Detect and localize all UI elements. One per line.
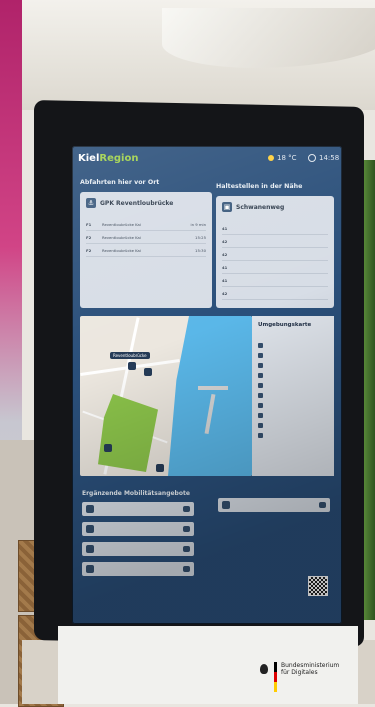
departure-row: F2 Reventloubrücke Kai 15:30 — [86, 244, 206, 257]
departure-row: F2 Reventloubrücke Kai 15:25 — [86, 231, 206, 244]
qr-code[interactable] — [308, 576, 328, 596]
screen-header: KielRegion — [72, 146, 342, 170]
tent-canopy — [22, 0, 375, 110]
nearby-row: 41 — [222, 261, 328, 274]
nearby-list: 41 42 42 41 41 42 — [222, 222, 328, 300]
legend-icon — [258, 382, 263, 388]
bike-icon — [86, 565, 94, 573]
time: 14:58 — [319, 154, 340, 162]
legend-item — [258, 340, 330, 350]
map-stop-pin[interactable] — [156, 464, 164, 472]
nearby-row: 41 — [222, 274, 328, 287]
legend-icon — [258, 372, 263, 378]
legend-icon — [258, 362, 263, 368]
area-map[interactable]: Reventloubrücke — [80, 316, 252, 476]
map-stop-pin[interactable] — [144, 368, 152, 376]
mobility-button[interactable] — [319, 502, 326, 508]
nearby-row: 42 — [222, 235, 328, 248]
mobility-item[interactable] — [82, 542, 194, 556]
legend-icon — [258, 352, 263, 358]
kiosk-screen[interactable]: KielRegion 18 °C 14:58 Abfahrten hier vo… — [72, 146, 342, 624]
departure-row: F1 Reventloubrücke Kai in 9 min — [86, 218, 206, 231]
departures-card[interactable]: ⚓ GPK Reventloubrücke F1 Reventloubrücke… — [80, 192, 212, 308]
bus-icon: ▣ — [222, 202, 232, 212]
sponsor-logo: Bundesministerium für Digitales — [258, 662, 341, 692]
nearby-card[interactable]: ▣ Schwanenweg 41 42 42 41 41 42 — [216, 196, 334, 308]
legend-icon — [258, 392, 263, 398]
nearby-row: 42 — [222, 248, 328, 261]
mobility-button[interactable] — [183, 546, 190, 552]
map-pier — [198, 386, 228, 390]
mobility-item[interactable] — [218, 498, 330, 512]
legend-icon — [258, 412, 263, 418]
departures-list: F1 Reventloubrücke Kai in 9 min F2 Reven… — [86, 218, 206, 257]
mobility-button[interactable] — [183, 566, 190, 572]
legend-item — [258, 380, 330, 390]
legend-item — [258, 400, 330, 410]
map-stop-label: Reventloubrücke — [110, 352, 150, 359]
nearby-row: 42 — [222, 287, 328, 300]
sun-icon — [268, 155, 274, 161]
sponsor-line-2: für Digitales — [281, 669, 318, 676]
legend-item — [258, 420, 330, 430]
clock: 14:58 — [308, 154, 339, 162]
brand-part-2: Region — [99, 152, 139, 164]
legend-item — [258, 410, 330, 420]
map-legend: Umgebungskarte — [252, 316, 334, 476]
legend-item — [258, 430, 330, 440]
nearby-title: Haltestellen in der Nähe — [216, 183, 303, 190]
legend-item — [258, 390, 330, 400]
bike-icon — [86, 545, 94, 553]
legend-icon — [258, 432, 263, 438]
car-icon — [222, 501, 230, 509]
eagle-icon — [258, 662, 270, 678]
mobility-button[interactable] — [183, 526, 190, 532]
legend-icon — [258, 342, 263, 348]
flag-bar — [274, 662, 277, 692]
clock-icon — [308, 154, 316, 162]
map-park — [98, 394, 158, 472]
sponsor-line-1: Bundesministerium — [281, 662, 340, 669]
car-icon — [86, 505, 94, 513]
legend-icon — [258, 402, 263, 408]
map-stop-pin[interactable] — [104, 444, 112, 452]
legend-item — [258, 360, 330, 370]
legend-title: Umgebungskarte — [258, 322, 312, 328]
mobility-item[interactable] — [82, 502, 194, 516]
legend-icon — [258, 422, 263, 428]
departures-title: Abfahrten hier vor Ort — [80, 179, 160, 186]
departures-stop-name: GPK Reventloubrücke — [100, 199, 174, 207]
brand-logo: KielRegion — [78, 153, 138, 164]
ferry-icon: ⚓ — [86, 198, 96, 208]
temperature: 18 °C — [277, 154, 297, 162]
mobility-button[interactable] — [183, 506, 190, 512]
legend-item — [258, 350, 330, 360]
mobility-title: Ergänzende Mobilitätsangebote — [82, 490, 190, 497]
mobility-item[interactable] — [82, 562, 194, 576]
nearby-row: 41 — [222, 222, 328, 235]
brand-part-1: Kiel — [78, 152, 100, 164]
weather: 18 °C — [268, 154, 297, 162]
map-stop-pin[interactable] — [128, 362, 136, 370]
legend-item — [258, 370, 330, 380]
scooter-icon — [86, 525, 94, 533]
tent-fold — [162, 8, 375, 68]
mobility-item[interactable] — [82, 522, 194, 536]
nearby-stop-name: Schwanenweg — [236, 203, 285, 211]
